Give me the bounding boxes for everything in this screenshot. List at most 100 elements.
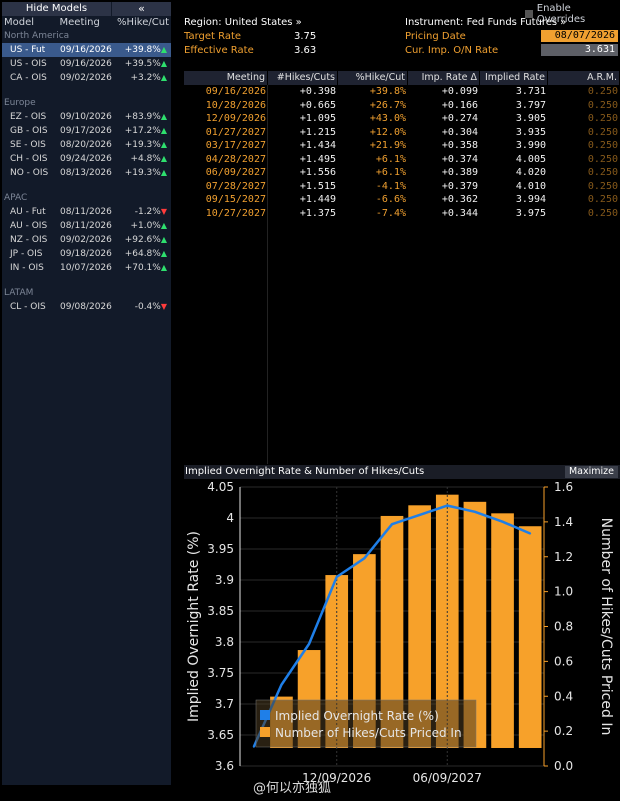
cell-hikes-cuts: +1.495 (299, 153, 336, 165)
cell-arm: 0.250 (587, 194, 618, 205)
model-meeting: 09/17/2026 (60, 126, 112, 136)
model-hike-cut: +70.1%▲ (118, 261, 169, 275)
pricing-date-input[interactable]: 08/07/2026 (541, 30, 618, 42)
model-row[interactable]: CL - OIS 09/08/2026 -0.4%▼ (2, 300, 171, 314)
model-row[interactable]: AU - OIS 08/11/2026 +1.0%▲ (2, 219, 171, 233)
cell-pct-hike-cut: +39.8% (369, 86, 406, 97)
model-meeting: 08/11/2026 (60, 221, 112, 231)
cell-arm: 0.250 (587, 140, 618, 151)
model-meeting: 08/13/2026 (60, 168, 112, 178)
model-group-label: Europe (4, 98, 36, 108)
col-imp-rate-delta[interactable]: Imp. Rate Δ (408, 71, 480, 85)
effective-rate-label: Effective Rate (184, 45, 254, 56)
hide-models-button[interactable]: Hide Models (2, 2, 111, 16)
model-meeting: 09/02/2026 (60, 73, 112, 83)
effective-rate-value: 3.63 (294, 45, 317, 56)
cell-arm: 0.250 (587, 113, 618, 124)
up-arrow-icon: ▲ (160, 221, 167, 230)
chart-title: Implied Overnight Rate & Number of Hikes… (185, 466, 425, 477)
model-name: NZ - OIS (10, 235, 48, 245)
model-name: EZ - OIS (10, 112, 47, 122)
model-row[interactable]: NZ - OIS 09/02/2026 +92.6%▲ (2, 233, 171, 247)
up-arrow-icon: ▲ (160, 73, 167, 82)
cur-imp-rate-value: 3.631 (541, 44, 618, 56)
col-meeting[interactable]: Meeting (184, 71, 268, 85)
up-arrow-icon: ▲ (160, 263, 167, 272)
col-arm[interactable]: A.R.M. (548, 71, 620, 85)
model-row[interactable]: JP - OIS 09/18/2026 +64.8%▲ (2, 247, 171, 261)
right-tick-label: 1.6 (554, 480, 573, 494)
right-tick-label: 0.6 (554, 654, 573, 668)
line-point (280, 683, 283, 686)
chart-bar (491, 513, 514, 748)
cell-implied-rate: 4.010 (515, 180, 546, 192)
model-row[interactable]: US - Fut 09/16/2026 +39.8%▲ (2, 43, 171, 57)
up-arrow-icon: ▲ (160, 126, 167, 135)
chart-titlebar: Implied Overnight Rate & Number of Hikes… (184, 465, 620, 479)
model-hike-cut: +17.2%▲ (118, 124, 169, 138)
table-row[interactable]: 10/28/2026 +0.665 +26.7% +0.166 3.797 0.250 (184, 99, 620, 113)
maximize-button[interactable]: Maximize (564, 466, 618, 478)
col-pct-hike-cut[interactable]: %Hike/Cut (338, 71, 408, 85)
table-row[interactable]: 03/17/2027 +1.434 +21.9% +0.358 3.990 0.250 (184, 139, 620, 153)
model-row[interactable]: NO - OIS 08/13/2026 +19.3%▲ (2, 166, 171, 180)
instrument-selector[interactable]: Instrument: Fed Funds Futures » (405, 17, 566, 28)
cell-imp-rate-delta: +0.274 (441, 113, 478, 124)
model-hike-cut-value: +17.2% (124, 126, 161, 136)
model-row[interactable]: US - OIS 09/16/2026 +39.5%▲ (2, 57, 171, 71)
model-row[interactable]: GB - OIS 09/17/2026 +17.2%▲ (2, 124, 171, 138)
cell-imp-rate-delta: +0.362 (441, 194, 478, 205)
table-row[interactable]: 06/09/2027 +1.556 +6.1% +0.389 4.020 0.250 (184, 166, 620, 180)
model-row[interactable]: IN - OIS 10/07/2026 +70.1%▲ (2, 261, 171, 275)
x-tick-label: 06/09/2027 (413, 771, 482, 785)
model-meeting: 09/16/2026 (60, 59, 112, 69)
table-row[interactable]: 09/16/2026 +0.398 +39.8% +0.099 3.731 0.250 (184, 85, 620, 99)
cell-meeting-date: 10/28/2026 (205, 99, 266, 111)
up-arrow-icon: ▲ (160, 45, 167, 54)
table-row[interactable]: 10/27/2027 +1.375 -7.4% +0.344 3.975 0.250 (184, 207, 620, 221)
cell-hikes-cuts: +1.434 (299, 140, 336, 151)
line-point (308, 642, 311, 645)
cell-arm: 0.250 (587, 86, 618, 97)
model-name: AU - OIS (10, 221, 48, 231)
model-group-label: North America (4, 31, 70, 41)
legend-label-bar: Number of Hikes/Cuts Priced In (275, 726, 462, 740)
cell-meeting-date: 06/09/2027 (205, 167, 266, 178)
cell-hikes-cuts: +0.665 (299, 99, 336, 111)
model-row[interactable]: CH - OIS 09/24/2026 +4.8%▲ (2, 152, 171, 166)
model-name: CH - OIS (10, 154, 48, 164)
target-rate-label: Target Rate (184, 31, 242, 42)
target-rate-value: 3.75 (294, 31, 317, 42)
right-tick-label: 0.4 (554, 689, 573, 703)
cell-hikes-cuts: +1.095 (299, 113, 336, 124)
table-row[interactable]: 01/27/2027 +1.215 +12.0% +0.304 3.935 0.250 (184, 126, 620, 140)
model-row[interactable]: EZ - OIS 09/10/2026 +83.9%▲ (2, 110, 171, 124)
right-tick-label: 0.8 (554, 620, 573, 634)
right-tick-label: 1.0 (554, 585, 573, 599)
table-row[interactable]: 09/15/2027 +1.449 -6.6% +0.362 3.994 0.250 (184, 193, 620, 207)
model-row[interactable]: SE - OIS 08/20/2026 +19.3%▲ (2, 138, 171, 152)
region-selector[interactable]: Region: United States » (184, 17, 302, 28)
col-implied-rate[interactable]: Implied Rate (480, 71, 548, 85)
up-arrow-icon: ▲ (160, 140, 167, 149)
model-meeting: 09/02/2026 (60, 235, 112, 245)
model-hike-cut-value: -0.4% (134, 302, 161, 312)
model-meeting: 09/18/2026 (60, 249, 112, 259)
model-hike-cut-value: +92.6% (124, 235, 161, 245)
model-row[interactable]: AU - Fut 08/11/2026 -1.2%▼ (2, 205, 171, 219)
model-hike-cut-value: +4.8% (130, 154, 161, 164)
legend-label-line: Implied Overnight Rate (%) (275, 709, 439, 723)
table-row[interactable]: 07/28/2027 +1.515 -4.1% +0.379 4.010 0.250 (184, 180, 620, 194)
col-hikes-cuts[interactable]: #Hikes/Cuts (268, 71, 338, 85)
collapse-sidebar-icon[interactable]: « (112, 2, 171, 16)
model-row[interactable]: CA - OIS 09/02/2026 +3.2%▲ (2, 71, 171, 85)
cell-pct-hike-cut: +26.7% (369, 99, 406, 111)
table-row[interactable]: 04/28/2027 +1.495 +6.1% +0.374 4.005 0.250 (184, 153, 620, 167)
model-hike-cut: +39.5%▲ (118, 57, 169, 71)
cell-arm: 0.250 (587, 167, 618, 178)
table-row[interactable]: 12/09/2026 +1.095 +43.0% +0.274 3.905 0.250 (184, 112, 620, 126)
model-hike-cut-value: +19.3% (124, 168, 161, 178)
model-name: NO - OIS (10, 168, 49, 178)
model-meeting: 09/10/2026 (60, 112, 112, 122)
cell-arm: 0.250 (587, 126, 618, 138)
